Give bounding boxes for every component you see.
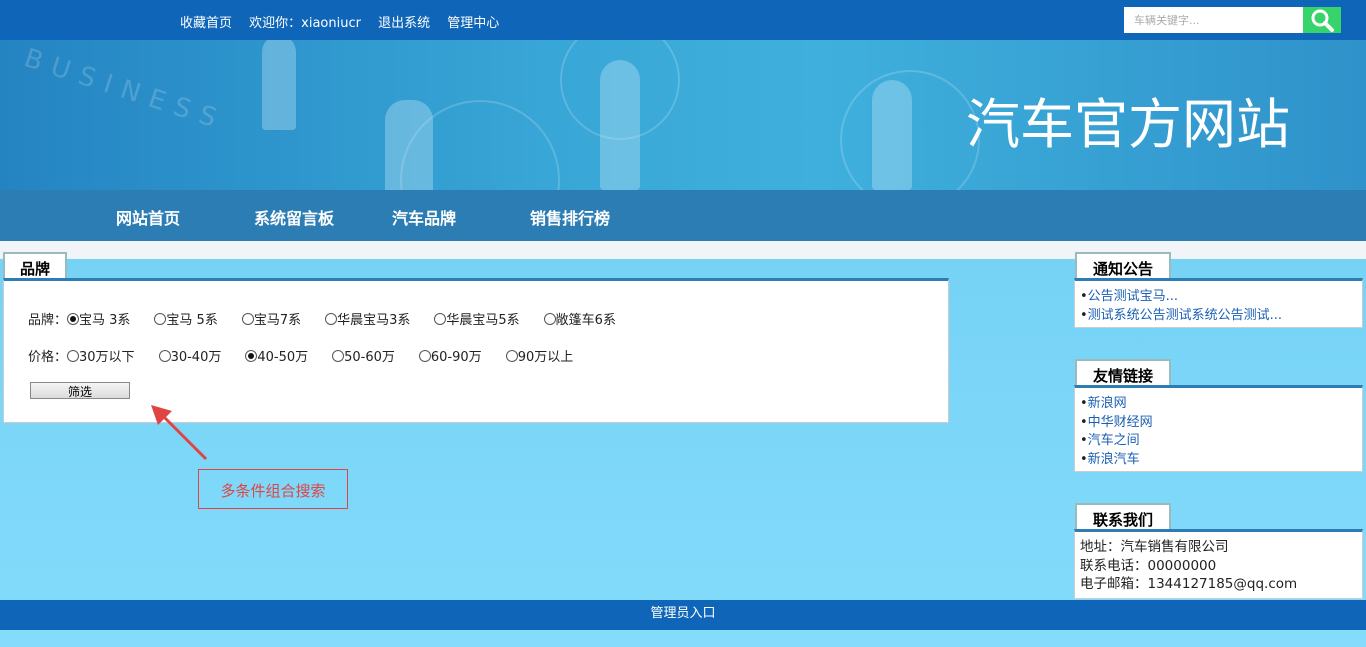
brand-filter-row: 品牌： 宝马 3系 宝马 5系 宝马7系 华晨宝马3系 华晨宝马5系 敞篷车6系 [28,309,616,328]
banner-person-figure [385,100,433,190]
brand-radio[interactable] [67,313,80,325]
brand-option[interactable]: 宝马 5系 [154,309,218,328]
price-radio[interactable] [67,350,80,362]
price-label: 价格： [28,350,68,365]
friend-link[interactable]: 新浪网 [1088,396,1127,411]
nav-item-home[interactable]: 网站首页 [116,205,180,229]
price-option-label: 40-50万 [257,350,309,365]
brand-option[interactable]: 宝马 3系 [67,309,130,328]
list-item: •中华财经网 [1080,414,1153,430]
top-bar: 收藏首页 欢迎你：xiaoniucr 退出系统 管理中心 [0,0,1366,40]
contact-tab: 联系我们 [1075,503,1171,531]
price-radio[interactable] [418,350,431,362]
banner-background-text: BUSINESS [20,43,230,137]
price-option-label: 30万以下 [79,350,135,365]
notice-list: •公告测试宝马... •测试系统公告测试系统公告测试... [1080,288,1282,325]
price-option[interactable]: 60-90万 [418,346,482,365]
top-links: 收藏首页 欢迎你：xiaoniucr 退出系统 管理中心 [180,12,512,31]
contact-address: 地址：汽车销售有限公司 [1080,539,1229,555]
price-option-label: 50-60万 [344,350,395,365]
price-option-label: 60-90万 [430,350,482,365]
price-option[interactable]: 30-40万 [158,346,222,365]
links-tab: 友情链接 [1075,359,1171,387]
bookmark-link[interactable]: 收藏首页 [180,16,232,31]
price-radio[interactable] [332,350,345,362]
list-item: •公告测试宝马... [1080,289,1179,304]
search-icon [1311,9,1334,32]
nav-item-guestbook[interactable]: 系统留言板 [254,205,334,229]
price-option[interactable]: 30万以下 [67,346,135,365]
price-radio[interactable] [158,350,171,362]
contact-email: 电子邮箱：1344127185@qq.com [1080,576,1298,592]
search-button[interactable] [1303,7,1341,33]
annotation-box: 多条件组合搜索 [198,469,348,509]
contact-panel: 地址：汽车销售有限公司 联系电话：00000000 电子邮箱：134412718… [1074,529,1363,599]
price-radio[interactable] [245,350,258,362]
brand-option-label: 敞篷车6系 [555,313,616,328]
banner-person-figure [600,60,640,190]
banner-person-figure [872,80,912,190]
contact-info: 地址：汽车销售有限公司 联系电话：00000000 电子邮箱：134412718… [1080,538,1297,594]
brand-label: 品牌： [28,313,68,328]
price-option[interactable]: 90万以上 [505,346,574,365]
list-item: •新浪网 [1080,396,1127,411]
brand-option-label: 华晨宝马3系 [337,313,411,328]
price-filter-row: 价格： 30万以下 30-40万 40-50万 50-60万 60-90万 90万以上 [28,346,573,365]
price-radio[interactable] [505,350,518,362]
brand-tab: 品牌 [3,252,67,280]
brand-option[interactable]: 华晨宝马3系 [325,309,410,328]
annotation-arrow [151,405,208,461]
search-input[interactable] [1124,7,1304,33]
price-option-label: 90万以上 [517,350,574,365]
friend-link[interactable]: 汽车之间 [1088,433,1140,448]
banner-person-figure [262,40,296,130]
brand-option-label: 华晨宝马5系 [446,313,520,328]
notice-panel: •公告测试宝马... •测试系统公告测试系统公告测试... [1074,278,1363,328]
admin-entry-link[interactable]: 管理员入口 [650,606,715,621]
welcome-text: 欢迎你：xiaoniucr [249,16,361,31]
nav-item-sales-ranking[interactable]: 销售排行榜 [530,205,610,229]
brand-option-label: 宝马 3系 [79,313,131,328]
friend-link[interactable]: 中华财经网 [1088,415,1153,430]
notice-link[interactable]: 测试系统公告测试系统公告测试... [1088,308,1282,323]
brand-radio[interactable] [325,313,338,325]
price-option[interactable]: 40-50万 [245,346,308,365]
brand-option[interactable]: 宝马7系 [241,309,302,328]
brand-radio[interactable] [543,313,556,325]
admin-center-link[interactable]: 管理中心 [447,16,499,31]
brand-option-label: 宝马 5系 [166,313,218,328]
brand-option-label: 宝马7系 [253,313,302,328]
filter-button[interactable]: 筛选 [30,382,130,399]
friend-links-list: •新浪网 •中华财经网 •汽车之间 •新浪汽车 [1080,395,1153,469]
brand-option[interactable]: 华晨宝马5系 [434,309,520,328]
brand-option[interactable]: 敞篷车6系 [543,309,616,328]
logout-link[interactable]: 退出系统 [378,16,430,31]
footer: 管理员入口 [0,600,1366,630]
list-item: •汽车之间 [1080,433,1140,448]
list-item: •新浪汽车 [1080,451,1140,467]
brand-radio[interactable] [154,313,167,325]
banner: BUSINESS 汽车官方网站 [0,40,1366,190]
site-title: 汽车官方网站 [966,93,1290,156]
list-item: •测试系统公告测试系统公告测试... [1080,307,1283,323]
price-option[interactable]: 50-60万 [332,346,395,365]
notice-tab: 通知公告 [1075,252,1171,280]
brand-radio[interactable] [434,313,447,325]
links-panel: •新浪网 •中华财经网 •汽车之间 •新浪汽车 [1074,385,1363,472]
contact-phone: 联系电话：00000000 [1080,557,1217,574]
main-nav: 网站首页 系统留言板 汽车品牌 销售排行榜 [0,190,1366,241]
brand-radio[interactable] [241,313,254,325]
nav-item-brands[interactable]: 汽车品牌 [392,205,456,229]
brand-filter-panel: 品牌： 宝马 3系 宝马 5系 宝马7系 华晨宝马3系 华晨宝马5系 敞篷车6系 价格： 30… [3,278,949,423]
price-option-label: 30-40万 [170,350,222,365]
friend-link[interactable]: 新浪汽车 [1088,452,1140,467]
notice-link[interactable]: 公告测试宝马... [1088,289,1178,304]
